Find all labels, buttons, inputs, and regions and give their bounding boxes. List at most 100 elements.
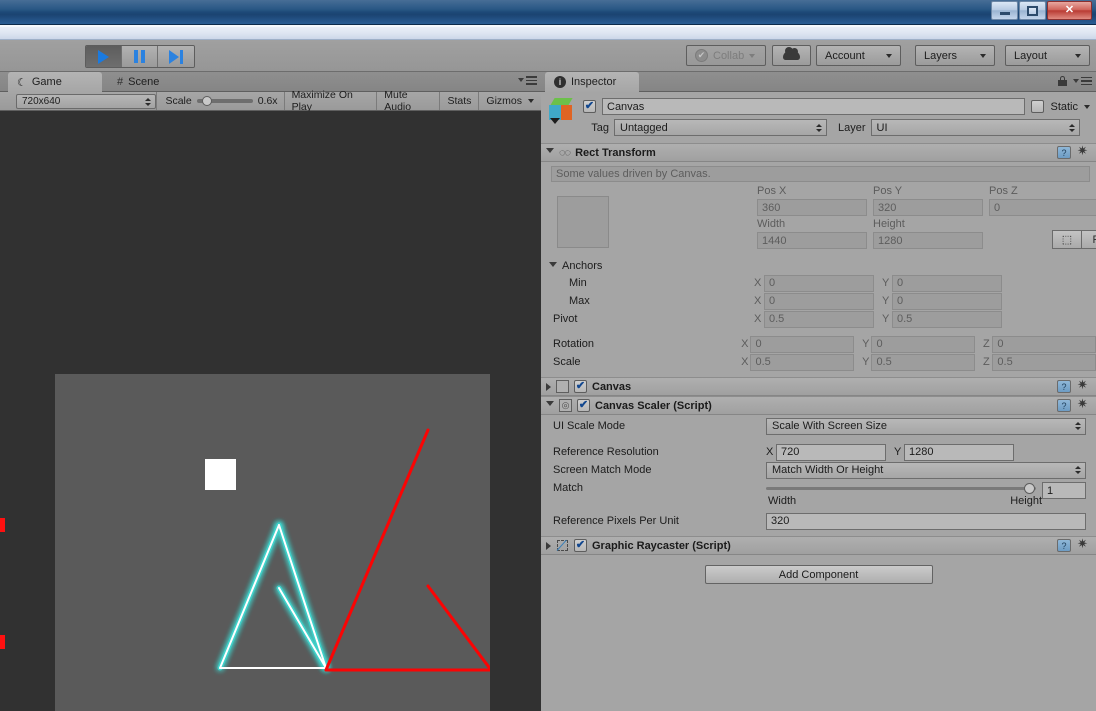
scale-slider-knob[interactable] — [202, 95, 213, 106]
stepper-icon — [1075, 422, 1081, 430]
help-icon[interactable]: ? — [1057, 380, 1071, 393]
pos-y-field[interactable]: 320 — [873, 199, 983, 216]
anchor-min-label: Min — [569, 277, 587, 289]
ui-scale-mode-dropdown[interactable]: Scale With Screen Size — [766, 417, 1086, 435]
scale-z-field[interactable]: 0.5 — [992, 353, 1096, 371]
maximize-button[interactable] — [1019, 1, 1046, 20]
cloud-button[interactable] — [772, 45, 811, 66]
gizmos-dropdown[interactable]: Gizmos — [478, 92, 541, 110]
foldout-icon[interactable] — [546, 541, 551, 550]
foldout-icon[interactable] — [546, 148, 554, 157]
anchors-foldout-row[interactable]: Anchors — [541, 258, 1096, 274]
resolution-dropdown[interactable]: 720x640 — [16, 94, 157, 109]
maximize-on-play-toggle[interactable]: Maximize On Play — [283, 89, 377, 113]
game-view[interactable] — [0, 111, 541, 711]
static-checkbox[interactable]: ✔ — [1031, 100, 1045, 113]
canvas-scaler-enabled-checkbox[interactable]: ✔ — [577, 399, 590, 412]
anchor-max-x-field[interactable]: 0 — [764, 292, 874, 310]
ref-res-y-field[interactable]: 1280 — [904, 443, 1014, 461]
game-panel-menu-button[interactable] — [518, 76, 537, 85]
raw-label: R — [1093, 234, 1096, 246]
close-button[interactable]: ✕ — [1047, 1, 1092, 20]
anchor-preview[interactable] — [557, 196, 609, 248]
lock-icon[interactable] — [1058, 76, 1067, 86]
rot-x-field[interactable]: 0 — [750, 335, 855, 353]
rot-y-field[interactable]: 0 — [871, 335, 976, 353]
scale-row-label: Scale — [553, 356, 581, 368]
match-height-label: Height — [1010, 495, 1042, 507]
mute-audio-toggle[interactable]: Mute Audio — [376, 89, 439, 113]
layer-dropdown[interactable]: UI — [870, 119, 1080, 136]
tab-scene-label: Scene — [128, 76, 160, 88]
game-render-area[interactable] — [55, 374, 490, 711]
add-component-button[interactable]: Add Component — [704, 565, 933, 584]
gear-icon[interactable] — [1077, 536, 1090, 552]
tab-inspector[interactable]: i Inspector — [545, 72, 639, 92]
graphic-raycaster-header[interactable]: ✔ Graphic Raycaster (Script) ? — [541, 536, 1096, 555]
chevron-down-icon — [1075, 53, 1081, 58]
playback-controls — [85, 45, 195, 68]
tag-label: Tag — [591, 121, 609, 134]
ref-res-x-field[interactable]: 720 — [776, 443, 886, 461]
match-slider-knob[interactable] — [1024, 483, 1035, 494]
scale-y-field[interactable]: 0.5 — [871, 353, 976, 371]
canvas-enabled-checkbox[interactable]: ✔ — [574, 380, 587, 393]
width-field[interactable]: 1440 — [757, 232, 867, 249]
help-icon[interactable]: ? — [1057, 146, 1071, 159]
layout-button[interactable]: Layout — [1005, 45, 1090, 66]
tab-scene[interactable]: # Scene — [108, 72, 171, 92]
collab-button[interactable]: ✔ Collab — [686, 45, 766, 66]
scale-slider-group[interactable]: Scale 0.6x — [156, 92, 283, 110]
blueprint-mode-button[interactable]: ⬚ — [1052, 230, 1082, 249]
tag-dropdown[interactable]: Untagged — [614, 119, 827, 136]
foldout-icon[interactable] — [546, 401, 554, 410]
stats-toggle[interactable]: Stats — [439, 92, 478, 110]
match-value-field[interactable]: 1 — [1042, 482, 1086, 499]
gear-icon[interactable] — [1077, 377, 1090, 393]
pos-x-field[interactable]: 360 — [757, 199, 867, 216]
ref-ppu-field[interactable]: 320 — [766, 512, 1086, 530]
stats-label: Stats — [447, 95, 472, 107]
canvas-component-title: Canvas — [592, 380, 632, 393]
chevron-down-icon[interactable] — [1084, 104, 1090, 109]
gameobject-name-field[interactable]: Canvas — [602, 98, 1026, 115]
pos-z-field[interactable]: 0 — [989, 199, 1096, 216]
inspector-menu-group[interactable] — [1058, 76, 1092, 86]
account-button[interactable]: Account — [816, 45, 901, 66]
foldout-icon[interactable] — [549, 261, 557, 271]
match-slider[interactable]: Width Height — [766, 482, 1042, 507]
maximize-on-play-label: Maximize On Play — [291, 89, 353, 113]
scale-slider[interactable] — [196, 95, 253, 106]
screen-match-mode-dropdown[interactable]: Match Width Or Height — [766, 461, 1086, 479]
rect-transform-header[interactable]: ◌◌ Rect Transform ? — [541, 143, 1096, 162]
play-button[interactable] — [86, 46, 122, 67]
pivot-x-field[interactable]: 0.5 — [764, 310, 874, 328]
help-icon[interactable]: ? — [1057, 539, 1071, 552]
step-button[interactable] — [158, 46, 194, 67]
gameobject-enabled-checkbox[interactable]: ✔ — [583, 100, 596, 113]
tab-game[interactable]: ☾ Game — [8, 72, 102, 92]
pivot-row: Pivot X 0.5 Y 0.5 — [541, 310, 1096, 328]
scale-x-field[interactable]: 0.5 — [750, 353, 855, 371]
canvas-scaler-header[interactable]: ◎ ✔ Canvas Scaler (Script) ? — [541, 396, 1096, 415]
anchor-min-y-field[interactable]: 0 — [892, 274, 1002, 292]
minimize-button[interactable] — [991, 1, 1018, 20]
help-icon[interactable]: ? — [1057, 399, 1071, 412]
anchor-max-y-field[interactable]: 0 — [892, 292, 1002, 310]
graphic-raycaster-enabled-checkbox[interactable]: ✔ — [574, 539, 587, 552]
gear-icon[interactable] — [1077, 396, 1090, 412]
canvas-component-header[interactable]: ✔ Canvas ? — [541, 377, 1096, 396]
axis-y-label: Y — [882, 313, 890, 325]
anchor-min-x-field[interactable]: 0 — [764, 274, 874, 292]
rot-z-value: 0 — [997, 338, 1004, 350]
layers-button[interactable]: Layers — [915, 45, 995, 66]
height-field[interactable]: 1280 — [873, 232, 983, 249]
pause-button[interactable] — [122, 46, 158, 67]
gizmos-label: Gizmos — [486, 95, 522, 107]
gear-icon[interactable] — [1077, 143, 1090, 159]
rot-z-field[interactable]: 0 — [992, 335, 1096, 353]
layer-label: Layer — [838, 121, 866, 134]
raw-edit-button[interactable]: R — [1082, 230, 1096, 249]
pivot-y-field[interactable]: 0.5 — [892, 310, 1002, 328]
foldout-icon[interactable] — [546, 382, 551, 391]
